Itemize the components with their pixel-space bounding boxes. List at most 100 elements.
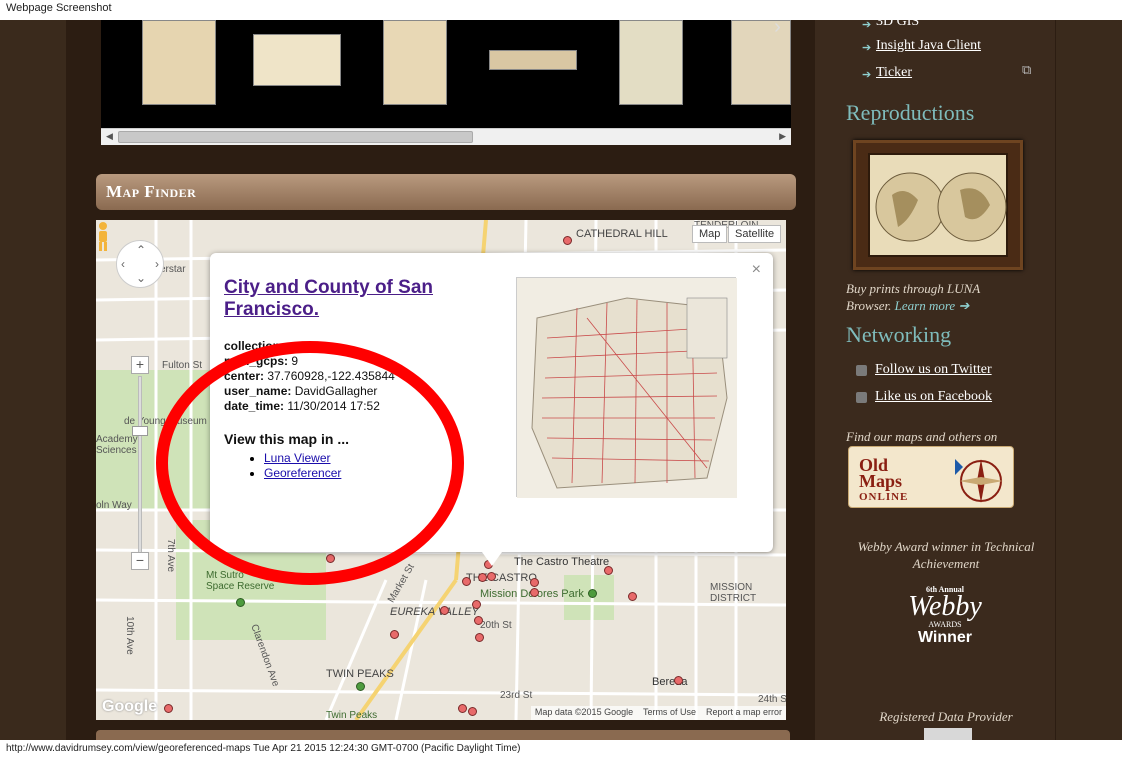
map-marker[interactable] (563, 236, 572, 245)
carousel-scrollbar[interactable]: ◀ ▶ (101, 128, 791, 145)
map-marker[interactable] (475, 633, 484, 642)
find-maps-text: Find our maps and others on (846, 429, 998, 444)
map-data-attribution: Map data ©2015 Google (534, 707, 634, 717)
pan-down-icon[interactable]: ⌄ (136, 271, 146, 285)
twitter-link[interactable]: Follow us on Twitter (875, 362, 992, 378)
learn-more-link[interactable]: Learn more (895, 298, 956, 313)
map-marker[interactable] (462, 577, 471, 586)
pan-left-icon[interactable]: ‹ (121, 257, 125, 271)
map-label-castro-theatre: The Castro Theatre (514, 556, 610, 568)
google-logo: Google (102, 698, 158, 715)
arrow-right-icon: ➔ (862, 69, 872, 81)
map-label-castro: THE CASTRO (466, 572, 537, 584)
map-label-10th-ave: 10th Ave (123, 616, 135, 655)
close-icon[interactable]: × (752, 261, 761, 279)
facebook-link[interactable]: Like us on Facebook (875, 389, 992, 405)
webby-award-badge[interactable]: 6th Annual Webby AWARDS Winner (895, 585, 995, 665)
webby-name: Webby (908, 591, 982, 622)
networking-heading: Networking (846, 322, 952, 347)
zoom-in-button[interactable]: + (131, 356, 149, 374)
map-label-eureka: EUREKA VALLEY (390, 606, 479, 618)
zoom-slider[interactable] (138, 376, 142, 556)
reproductions-text: Buy prints through LUNA Browser. Learn m… (846, 280, 1026, 314)
carousel-thumbnail[interactable] (253, 34, 341, 86)
twitter-icon[interactable] (856, 365, 867, 376)
zoom-slider-handle[interactable] (132, 426, 148, 436)
arrow-right-icon: ➔ (862, 19, 872, 31)
logo-word-online: ONLINE (859, 491, 909, 503)
facebook-icon[interactable] (856, 392, 867, 403)
carousel-thumbnail[interactable] (619, 20, 683, 105)
map-marker[interactable] (440, 606, 449, 615)
map-attribution: Map data ©2015 Google Terms of Use Repor… (530, 706, 786, 720)
park-marker-icon (356, 682, 365, 691)
map-preview-image[interactable] (516, 277, 737, 498)
map-label-7th-ave: 7th Ave (165, 538, 177, 573)
pegman-icon[interactable] (96, 220, 110, 252)
webby-winner: Winner (917, 629, 973, 646)
map-marker[interactable] (458, 704, 467, 713)
map-marker[interactable] (474, 616, 483, 625)
map-marker[interactable] (164, 704, 173, 713)
map-label-23rd: 23rd St (500, 690, 533, 701)
zoom-out-button[interactable]: − (131, 552, 149, 570)
chevron-right-icon[interactable]: › (764, 17, 791, 108)
map-label-cathedral-hill: CATHEDRAL HILL (576, 228, 668, 240)
red-circle-annotation (156, 341, 464, 585)
map-marker[interactable] (390, 630, 399, 639)
carousel-thumbnail[interactable] (383, 20, 447, 105)
map-marker[interactable] (478, 573, 487, 582)
map-carousel (101, 20, 791, 128)
map-marker[interactable] (530, 578, 539, 587)
map-marker[interactable] (472, 600, 481, 609)
park-marker-icon (588, 589, 597, 598)
terms-of-use-link[interactable]: Terms of Use (643, 707, 696, 717)
old-maps-online-logo[interactable]: Old Maps ONLINE (848, 446, 1014, 508)
pan-control[interactable]: ⌃ ‹ › ⌄ (116, 240, 164, 288)
registered-provider-logo[interactable] (924, 728, 972, 740)
map-label-mission-district: MISSION DISTRICT (710, 582, 757, 604)
map-preview-drawing (517, 278, 737, 498)
map-type-satellite-button[interactable]: Satellite (728, 225, 782, 243)
map-label-academy: Academy Sciences (96, 434, 138, 456)
map-marker[interactable] (628, 592, 637, 601)
carousel-thumbnail[interactable] (489, 50, 577, 70)
scrollbar-thumb[interactable] (118, 131, 473, 143)
map-marker[interactable] (487, 572, 496, 581)
map-label-20th: 20th St (480, 620, 512, 631)
map-label-24th: 24th St (758, 694, 786, 705)
info-window-tail (482, 552, 502, 566)
report-map-error-link[interactable]: Report a map error (706, 707, 782, 717)
map-marker[interactable] (468, 707, 477, 716)
map-label-twin-peaks-park: Twin Peaks (326, 710, 378, 720)
arrow-right-icon: ➔ (862, 42, 872, 54)
map-marker[interactable] (604, 566, 613, 575)
reproductions-heading: Reproductions (846, 100, 975, 125)
capture-bottom-label: http://www.davidrumsey.com/view/georefer… (0, 740, 1122, 757)
map-label-lincoln: oln Way (96, 500, 132, 511)
carousel-thumbnail[interactable] (142, 20, 216, 105)
old-maps-online-wordmark: Old Maps ONLINE (859, 456, 909, 505)
map-title-link[interactable]: City and County of San Francisco. (224, 277, 464, 321)
scroll-right-icon[interactable]: ▶ (779, 131, 786, 142)
registered-provider-text: Registered Data Provider (879, 709, 1013, 724)
sidebar-link-3d-gis[interactable]: 3D GIS (876, 14, 919, 26)
logo-word-maps: Maps (859, 471, 903, 491)
sidebar-link-insight[interactable]: Insight Java Client (876, 38, 981, 54)
map-type-map-button[interactable]: Map (692, 225, 728, 243)
framed-map-image[interactable] (853, 140, 1023, 270)
map-label-fulton: Fulton St (162, 360, 203, 371)
arrow-right-icon: ➔ (958, 298, 970, 313)
capture-top-label: Webpage Screenshot (0, 0, 1122, 20)
section-title: Map Finder (96, 174, 796, 210)
park-marker-icon (236, 598, 245, 607)
scroll-left-icon[interactable]: ◀ (106, 131, 113, 142)
map-label-twin-peaks: TWIN PEAKS (326, 668, 394, 680)
framed-map-print (868, 153, 1008, 257)
pan-up-icon[interactable]: ⌃ (136, 243, 146, 257)
map-marker[interactable] (674, 676, 683, 685)
pan-right-icon[interactable]: › (155, 257, 159, 271)
map-marker[interactable] (530, 588, 539, 597)
sidebar-link-ticker[interactable]: Ticker (876, 65, 912, 81)
external-link-icon[interactable]: ⧉ (1022, 62, 1031, 78)
